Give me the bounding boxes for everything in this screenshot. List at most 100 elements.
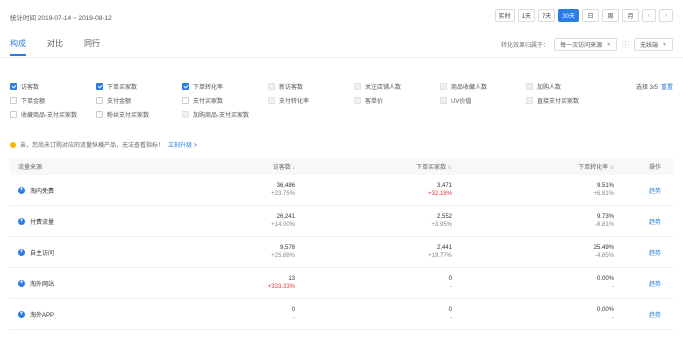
chevron-right-icon[interactable]: › xyxy=(659,9,673,22)
expand-plus-icon[interactable]: + xyxy=(18,186,25,194)
upgrade-tip: 亲，您尚未订购对应的流量纵横产品，无法查看指标！ 立刻升级 > xyxy=(10,140,197,149)
range-30day-button[interactable]: 30天 xyxy=(558,9,579,22)
visitors-value: 9,578 xyxy=(279,245,295,251)
metric-label: 直接支付买家数 xyxy=(537,98,580,105)
header-ops: 操作 xyxy=(614,162,673,171)
metric-new-visitors[interactable]: 新访客数 xyxy=(268,82,354,91)
metric-label: 新访客数 xyxy=(279,84,304,91)
metric-item-collectors[interactable]: 商品收藏人数 xyxy=(440,82,526,91)
chevron-left-icon[interactable]: ‹ xyxy=(642,9,656,22)
buyers-cell: 2,552 +3.95% xyxy=(295,213,452,229)
metric-order-rate[interactable]: 下单转化率 xyxy=(182,82,268,91)
checkbox[interactable] xyxy=(440,96,447,104)
checkbox[interactable] xyxy=(354,82,361,90)
buyers-change: +3.95% xyxy=(431,222,452,228)
source-label: 淘外APP xyxy=(30,312,55,319)
metric-label: 下单买家数 xyxy=(107,84,138,91)
chevron-down-icon: ▼ xyxy=(606,41,612,48)
buyers-cell: 0- xyxy=(295,306,452,322)
metric-label: 支付买家数 xyxy=(193,98,224,105)
range-realtime-button[interactable]: 实时 xyxy=(494,9,515,22)
checkbox[interactable] xyxy=(526,82,533,90)
range-month-button[interactable]: 月 xyxy=(622,9,639,22)
rate-cell: 9.51% +6.81% xyxy=(452,182,614,198)
rate-change: -8.81% xyxy=(594,222,614,228)
visitors-change: +14.00% xyxy=(271,222,295,228)
stat-time: 统计时间 2019-07-14 ~ 2019-08-12 xyxy=(10,15,112,22)
expand-plus-icon[interactable]: + xyxy=(18,217,25,225)
trend-link[interactable]: 趋势 xyxy=(649,282,661,288)
traffic-source-table: 流量来源 访客数 ↓ 下单买家数 ⇅ 下单转化率 ⇅ 操作 + 淘内免费 36,4… xyxy=(10,158,673,330)
visitors-change: +333.33% xyxy=(267,284,295,290)
device-select[interactable]: 无线端 ▼ xyxy=(634,38,673,51)
metric-pay-amount[interactable]: 支付金额 xyxy=(96,96,182,105)
checkbox[interactable] xyxy=(440,82,447,90)
checkbox[interactable] xyxy=(182,96,189,104)
tab-compare[interactable]: 对比 xyxy=(47,38,63,56)
expand-plus-icon[interactable]: + xyxy=(18,310,25,318)
checkbox[interactable] xyxy=(96,110,103,118)
conversion-attribution: 转化效果归属于： 每一次访问来源 ▼ ⓘ 无线端 ▼ xyxy=(501,38,673,51)
checkbox[interactable] xyxy=(526,96,533,104)
visitors-value: 26,241 xyxy=(276,214,295,220)
metric-label: 收藏商品-支付买家数 xyxy=(21,112,77,119)
visitors-cell: 36,486 +23.75% xyxy=(180,182,295,198)
checkbox[interactable] xyxy=(96,96,103,104)
checkbox[interactable] xyxy=(10,82,17,90)
range-week-button[interactable]: 周 xyxy=(602,9,619,22)
reset-link[interactable]: 重置 xyxy=(661,82,673,91)
trend-link[interactable]: 趋势 xyxy=(649,251,661,257)
metric-cart-users[interactable]: 加购人数 xyxy=(526,82,579,91)
checkbox[interactable] xyxy=(10,96,17,104)
ops-cell: 趋势 xyxy=(614,186,673,195)
source-cell: + 淘外网站 xyxy=(10,279,180,288)
tab-peers[interactable]: 同行 xyxy=(84,38,100,56)
metric-label: 访客数 xyxy=(21,84,40,91)
metric-uv-value[interactable]: UV价值 xyxy=(440,96,526,105)
rate-change: +6.81% xyxy=(593,191,614,197)
trend-link[interactable]: 趋势 xyxy=(649,220,661,226)
metric-fan-pay-buyers[interactable]: 粉丝支付买家数 xyxy=(96,110,182,119)
metric-pay-buyers[interactable]: 支付买家数 xyxy=(182,96,268,105)
buyers-value: 2,441 xyxy=(436,245,452,251)
metric-collect-pay-buyers[interactable]: 收藏商品-支付买家数 xyxy=(10,110,96,119)
header-rate[interactable]: 下单转化率 ⇅ xyxy=(452,162,614,171)
trend-link[interactable]: 趋势 xyxy=(649,189,661,195)
header-buyers[interactable]: 下单买家数 ⇅ xyxy=(295,162,452,171)
expand-plus-icon[interactable]: + xyxy=(18,279,25,287)
checkbox[interactable] xyxy=(96,82,103,90)
upgrade-link[interactable]: 立刻升级 > xyxy=(168,140,197,149)
metric-label: 下单转化率 xyxy=(193,84,224,91)
header-visitors[interactable]: 访客数 ↓ xyxy=(180,162,295,171)
expand-plus-icon[interactable]: + xyxy=(18,248,25,256)
range-day-button[interactable]: 日 xyxy=(582,9,599,22)
tab-composition[interactable]: 构成 xyxy=(10,38,26,56)
range-1day-button[interactable]: 1天 xyxy=(517,9,535,22)
metric-pay-rate[interactable]: 支付转化率 xyxy=(268,96,354,105)
metric-direct-pay-buyers[interactable]: 直接支付买家数 xyxy=(526,96,580,105)
checkbox[interactable] xyxy=(268,82,275,90)
rate-cell: 25.49% -4.85% xyxy=(452,244,614,260)
visitors-change: +25.88% xyxy=(271,253,295,259)
range-7day-button[interactable]: 7天 xyxy=(537,9,556,22)
checkbox[interactable] xyxy=(354,96,361,104)
metric-unit-price[interactable]: 客单价 xyxy=(354,96,440,105)
trend-link[interactable]: 趋势 xyxy=(649,313,661,319)
metric-visitors[interactable]: 访客数 xyxy=(10,82,96,91)
rate-cell: 0.00% - xyxy=(452,306,614,322)
metric-order-amount[interactable]: 下单金额 xyxy=(10,96,96,105)
source-cell: + 淘内免费 xyxy=(10,186,180,195)
table-row: + 淘外APP 0- 0- 0.00% - 趋势 xyxy=(10,299,673,330)
checkbox[interactable] xyxy=(182,82,189,90)
metric-shop-followers[interactable]: 关注店铺人数 xyxy=(354,82,440,91)
metric-count: 选择 3/5 重置 xyxy=(636,82,673,91)
checkbox[interactable] xyxy=(182,110,189,118)
checkbox[interactable] xyxy=(10,110,17,118)
checkbox[interactable] xyxy=(268,96,275,104)
header-ops-label: 操作 xyxy=(648,165,661,171)
attribution-select[interactable]: 每一次访问来源 ▼ xyxy=(554,38,618,51)
metric-order-buyers[interactable]: 下单买家数 xyxy=(96,82,182,91)
metric-cart-pay-buyers[interactable]: 加购商品-支付买家数 xyxy=(182,110,268,119)
metric-count-label: 选择 3/5 xyxy=(635,85,658,91)
ops-cell: 趋势 xyxy=(614,279,673,288)
